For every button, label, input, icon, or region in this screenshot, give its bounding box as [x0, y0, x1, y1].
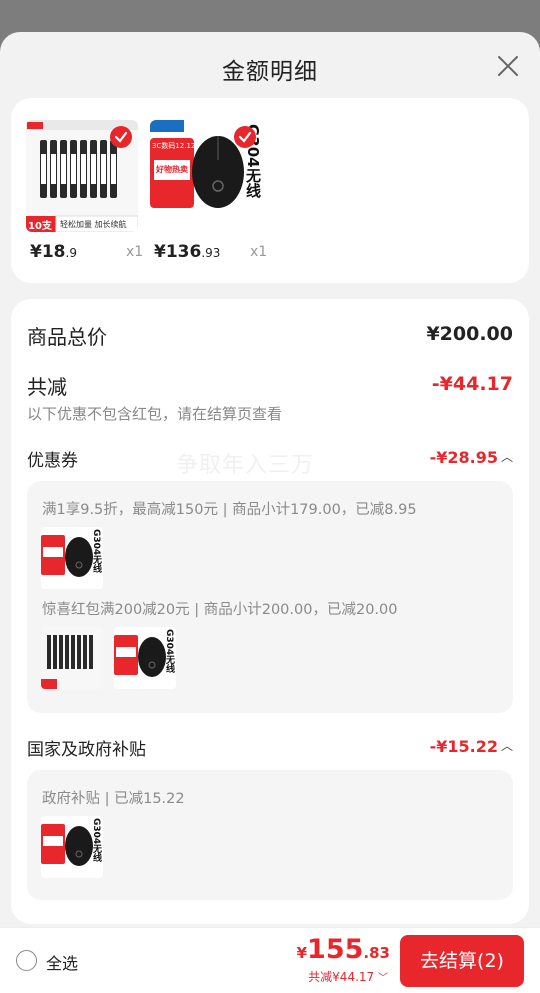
- mouse-side-text: G304无线: [164, 629, 174, 674]
- total-value: ¥200.00: [426, 323, 513, 345]
- price-integer: 18: [41, 242, 66, 262]
- select-all-radio-icon[interactable]: [16, 950, 37, 971]
- mouse-promo-top: 3C数码12.12: [152, 142, 196, 150]
- mouse-qty: x1: [250, 244, 268, 260]
- payable-total: ¥155.83: [297, 934, 390, 965]
- subsidy-item-mouse-thumb: G304无线: [41, 816, 103, 878]
- product-mouse[interactable]: 3C数码12.12 好物热卖 G304无线 ¥136.93 x1: [150, 120, 267, 262]
- currency: ¥: [30, 242, 42, 262]
- detail-sheet: 金额明细 10支 轻松加量 加长续航 ¥18.9 x1 3C数码12.12 好物…: [0, 32, 540, 993]
- price-decimal: .93: [201, 246, 221, 260]
- coupon-item-text: 惊喜红包满200减20元 | 商品小计200.00，已减20.00: [42, 602, 398, 618]
- coupon-value: -¥28.95: [429, 448, 498, 467]
- coupon-item-mouse-thumb: G304无线: [41, 527, 103, 589]
- currency: ¥: [154, 242, 166, 262]
- mouse-promo: 好物热卖: [156, 165, 188, 174]
- price-decimal: .9: [65, 246, 77, 260]
- marker-box-count: 10支: [28, 221, 52, 232]
- products-card: 10支 轻松加量 加长续航 ¥18.9 x1 3C数码12.12 好物热卖 G3…: [11, 98, 529, 283]
- close-icon[interactable]: [496, 54, 520, 78]
- coupon-label: 优惠券: [27, 451, 78, 471]
- subsidy-item-text: 政府补贴 | 已减15.22: [42, 791, 185, 807]
- sheet-title: 金额明细: [222, 59, 318, 85]
- checkout-button[interactable]: 去结算(2): [400, 935, 524, 987]
- subsidy-label: 国家及政府补贴: [27, 740, 146, 760]
- discount-note: 以下优惠不包含红包，请在结算页查看: [27, 405, 283, 423]
- watermark: 争取年入三万: [176, 453, 315, 478]
- total-label: 商品总价: [27, 325, 107, 349]
- coupon-value-toggle[interactable]: -¥28.95 ︿: [430, 448, 513, 467]
- chevron-down-icon: ﹀: [378, 973, 388, 984]
- marker-box-sub: 轻松加量 加长续航: [60, 220, 127, 229]
- sheet-header: 金额明细: [0, 32, 540, 98]
- price-detail-card: 商品总价 ¥200.00 共减 -¥44.17 以下优惠不包含红包，请在结算页查…: [11, 299, 529, 924]
- total-discount-toggle[interactable]: 共减¥44.17 ﹀: [308, 968, 388, 985]
- discount-label: 共减: [27, 375, 67, 399]
- mouse-side-text: G304无线: [91, 529, 101, 574]
- total-integer: 155: [307, 934, 364, 965]
- product-marker[interactable]: 10支 轻松加量 加长续航 ¥18.9 x1: [26, 120, 143, 262]
- selected-check-icon[interactable]: [234, 126, 256, 148]
- coupon-item-mouse-thumb: G304无线: [114, 627, 176, 689]
- total-decimal: .83: [363, 944, 390, 962]
- subsidy-value: -¥15.22: [429, 737, 498, 756]
- select-all-label[interactable]: 全选: [46, 950, 78, 974]
- marker-thumbnail: 10支 轻松加量 加长续航: [26, 120, 138, 232]
- mouse-side-text: G304无线: [91, 818, 101, 863]
- marker-qty: x1: [126, 244, 144, 260]
- subsidy-detail-box: 政府补贴 | 已减15.22 G304无线: [27, 770, 513, 900]
- total-discount: 共减¥44.17: [308, 970, 375, 984]
- coupon-item-marker-thumb: [41, 627, 103, 689]
- subsidy-value-toggle[interactable]: -¥15.22 ︿: [430, 737, 513, 756]
- chevron-up-icon: ︿: [500, 739, 513, 753]
- selected-check-icon[interactable]: [110, 126, 132, 148]
- coupon-detail-box: 满1享9.5折，最高减150元 | 商品小计179.00，已减8.95 G304…: [27, 481, 513, 713]
- mouse-thumbnail: 3C数码12.12 好物热卖 G304无线: [150, 120, 262, 232]
- coupon-item-text: 满1享9.5折，最高减150元 | 商品小计179.00，已减8.95: [42, 502, 417, 518]
- price-integer: 136: [165, 242, 202, 262]
- bottom-bar: 全选 ¥155.83 共减¥44.17 ﹀ 去结算(2): [0, 927, 540, 993]
- chevron-up-icon: ︿: [500, 450, 513, 464]
- currency: ¥: [296, 944, 308, 962]
- discount-value: -¥44.17: [431, 373, 513, 395]
